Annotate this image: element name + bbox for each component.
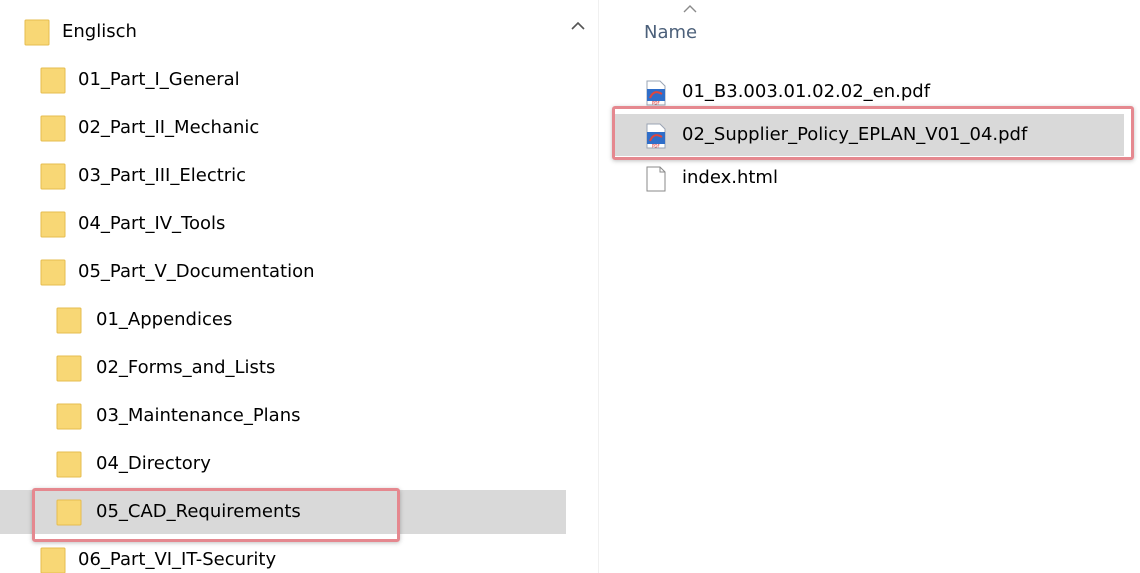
folder-icon (40, 67, 66, 94)
html-file-icon (646, 166, 666, 192)
folder-icon (56, 307, 82, 334)
file-name: index.html (682, 167, 778, 188)
navigation-pane: Englisch 01_Part_I_General 02_Part_II_Me… (0, 0, 566, 573)
tree-item-label: 04_Directory (96, 453, 211, 474)
tree-item-05-cad-requirements[interactable]: 05_CAD_Requirements (0, 490, 566, 534)
tree-item-label: 05_Part_V_Documentation (78, 261, 315, 282)
folder-icon (24, 19, 50, 46)
file-name: 01_B3.003.01.02.02_en.pdf (682, 81, 931, 102)
file-row[interactable]: PDF 01_B3.003.01.02.02_en.pdf (614, 71, 1124, 113)
tree-item-englisch[interactable]: Englisch (0, 10, 566, 54)
folder-icon (40, 211, 66, 238)
pdf-icon: PDF (646, 80, 666, 106)
tree-item-05-part-v-documentation[interactable]: 05_Part_V_Documentation (0, 250, 566, 294)
name-column-header[interactable]: Name (644, 14, 697, 52)
folder-icon (56, 499, 82, 526)
file-name: 02_Supplier_Policy_EPLAN_V01_04.pdf (682, 124, 1028, 145)
tree-item-02-forms-and-lists[interactable]: 02_Forms_and_Lists (0, 346, 566, 390)
file-row[interactable]: PDF 02_Supplier_Policy_EPLAN_V01_04.pdf (614, 114, 1124, 156)
tree-item-01-appendices[interactable]: 01_Appendices (0, 298, 566, 342)
folder-icon (40, 259, 66, 286)
tree-item-label: 04_Part_IV_Tools (78, 213, 226, 234)
folder-icon (40, 547, 66, 573)
pane-divider[interactable] (598, 0, 599, 573)
tree-item-02-part-ii-mechanic[interactable]: 02_Part_II_Mechanic (0, 106, 566, 150)
tree-item-label: 03_Maintenance_Plans (96, 405, 301, 426)
file-list-pane: Name PDF 01_B3.003.01.02.02_en.pdf PDF 0… (600, 0, 1140, 573)
tree-item-label: 05_CAD_Requirements (96, 501, 301, 522)
tree-item-label: Englisch (62, 21, 137, 42)
file-explorer-window: Englisch 01_Part_I_General 02_Part_II_Me… (0, 0, 1140, 573)
tree-item-label: 02_Part_II_Mechanic (78, 117, 260, 138)
tree-item-06-part-vi-it-security[interactable]: 06_Part_VI_IT-Security (0, 538, 566, 573)
pdf-icon: PDF (646, 123, 666, 149)
svg-text:PDF: PDF (652, 101, 660, 106)
folder-icon (40, 163, 66, 190)
tree-item-03-maintenance-plans[interactable]: 03_Maintenance_Plans (0, 394, 566, 438)
tree-item-01-part-i-general[interactable]: 01_Part_I_General (0, 58, 566, 102)
folder-icon (56, 355, 82, 382)
tree-item-04-directory[interactable]: 04_Directory (0, 442, 566, 486)
folder-icon (40, 115, 66, 142)
svg-text:PDF: PDF (652, 144, 660, 149)
tree-item-03-part-iii-electric[interactable]: 03_Part_III_Electric (0, 154, 566, 198)
folder-icon (56, 403, 82, 430)
tree-item-label: 02_Forms_and_Lists (96, 357, 276, 378)
folder-icon (56, 451, 82, 478)
tree-item-04-part-iv-tools[interactable]: 04_Part_IV_Tools (0, 202, 566, 246)
tree-item-label: 06_Part_VI_IT-Security (78, 549, 277, 570)
tree-item-label: 01_Part_I_General (78, 69, 240, 90)
tree-item-label: 03_Part_III_Electric (78, 165, 247, 186)
file-row[interactable]: index.html (614, 157, 1124, 199)
scroll-up-arrow-icon[interactable] (566, 14, 590, 38)
tree-item-label: 01_Appendices (96, 309, 233, 330)
